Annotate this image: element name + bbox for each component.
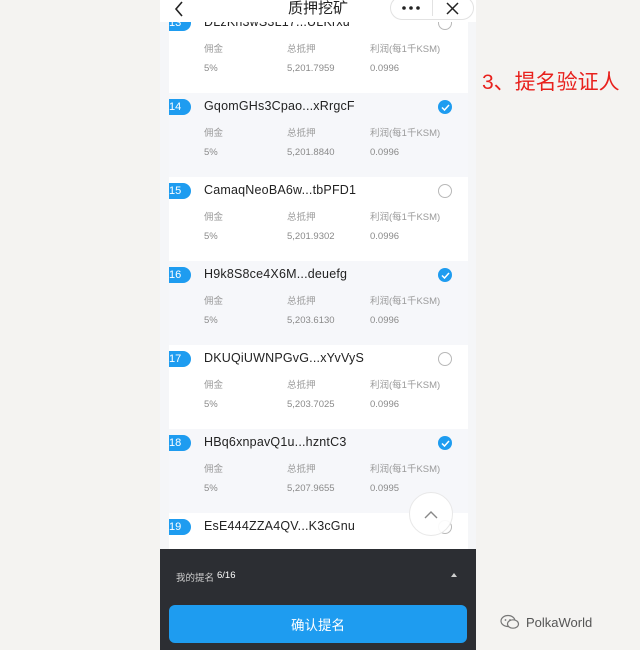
- validator-address: GqomGHs3Cpao...xRrgcF: [204, 99, 355, 113]
- profit-label: 利润(每1千KSM): [370, 212, 441, 223]
- profit-value: 0.0996: [370, 231, 400, 242]
- commission-label: 佣金: [204, 44, 224, 55]
- triangle-up-icon[interactable]: [449, 570, 459, 580]
- profit-label: 利润(每1千KSM): [370, 44, 441, 55]
- top-navigation-bar: 质押挖矿: [160, 0, 476, 22]
- profit-value: 0.0996: [370, 63, 400, 74]
- validator-address: CamaqNeoBA6w...tbPFD1: [204, 183, 357, 197]
- commission-value: 5%: [204, 315, 218, 326]
- profit-label: 利润(每1千KSM): [370, 464, 441, 475]
- validator-index-badge: 18: [169, 435, 191, 451]
- total-stake-value: 5,201.7959: [287, 63, 335, 74]
- validator-index-badge: 17: [169, 351, 191, 367]
- total-stake-value: 5,203.7025: [287, 399, 335, 410]
- nomination-summary-bar: 我的提名 6/16 确认提名: [160, 549, 476, 650]
- validator-row[interactable]: 13 DLzKn3wS3L17...ULKrxu 佣金 总抵押 利润(每1千KSM) 5%…: [169, 22, 468, 93]
- total-stake-label: 总抵押: [287, 464, 316, 475]
- total-stake-label: 总抵押: [287, 212, 316, 223]
- commission-value: 5%: [204, 483, 218, 494]
- total-stake-label: 总抵押: [287, 44, 316, 55]
- validator-list[interactable]: 13 DLzKn3wS3L17...ULKrxu 佣金 总抵押 利润(每1千KSM) 5%…: [169, 22, 468, 549]
- total-stake-value: 5,201.8840: [287, 147, 335, 158]
- my-nominations-count: 6/16: [217, 570, 236, 581]
- profit-value: 0.0995: [370, 483, 400, 494]
- close-icon: [446, 1, 459, 15]
- total-stake-label: 总抵押: [287, 128, 316, 139]
- profit-value: 0.0996: [370, 147, 400, 158]
- commission-label: 佣金: [204, 380, 224, 391]
- profit-value: 0.0996: [370, 399, 400, 410]
- checkmark-icon: [440, 103, 450, 111]
- commission-value: 5%: [204, 147, 218, 158]
- validator-row[interactable]: 16 H9k8S8ce4X6M...deuefg 佣金 总抵押 利润(每1千KSM) 5%…: [169, 261, 468, 345]
- validator-address: DLzKn3wS3L17...ULKrxu: [204, 22, 350, 29]
- validator-address: DKUQiUWNPGvG...xYvVyS: [204, 351, 365, 365]
- validator-select-checkbox[interactable]: [438, 184, 452, 198]
- commission-value: 5%: [204, 399, 218, 410]
- profit-label: 利润(每1千KSM): [370, 380, 441, 391]
- close-button[interactable]: [433, 0, 474, 19]
- validator-row[interactable]: 17 DKUQiUWNPGvG...xYvVyS 佣金 总抵押 利润(每1千KSM) 5%…: [169, 345, 468, 429]
- commission-value: 5%: [204, 63, 218, 74]
- validator-select-checkbox[interactable]: [438, 100, 452, 114]
- phone-screen: 质押挖矿 13 DLzKn3wS3L17...ULKrxu 佣金 总抵押 利润(每1千K…: [160, 0, 476, 650]
- validator-index-badge: 19: [169, 519, 191, 535]
- validator-index-badge: 13: [169, 22, 191, 31]
- confirm-nomination-button[interactable]: 确认提名: [169, 605, 467, 643]
- validator-select-checkbox[interactable]: [438, 352, 452, 366]
- validator-select-checkbox[interactable]: [438, 436, 452, 450]
- profit-label: 利润(每1千KSM): [370, 128, 441, 139]
- total-stake-label: 总抵押: [287, 296, 316, 307]
- validator-address: HBq6xnpavQ1u...hzntC3: [204, 435, 347, 449]
- checkmark-icon: [440, 439, 450, 447]
- validator-row[interactable]: 15 CamaqNeoBA6w...tbPFD1 佣金 总抵押 利润(每1千KSM) 5%…: [169, 177, 468, 261]
- validator-index-badge: 14: [169, 99, 191, 115]
- commission-value: 5%: [204, 231, 218, 242]
- watermark: PolkaWorld: [500, 614, 592, 630]
- total-stake-value: 5,203.6130: [287, 315, 335, 326]
- validator-address: H9k8S8ce4X6M...deuefg: [204, 267, 348, 281]
- validator-index-badge: 16: [169, 267, 191, 283]
- commission-label: 佣金: [204, 296, 224, 307]
- mini-program-capsule: [390, 0, 474, 20]
- chevron-up-icon: [424, 510, 438, 518]
- validator-address: EsE444ZZA4QV...K3cGnu: [204, 519, 356, 533]
- validator-row[interactable]: 14 GqomGHs3Cpao...xRrgcF 佣金 总抵押 利润(每1千KSM) 5%…: [169, 93, 468, 177]
- commission-label: 佣金: [204, 464, 224, 475]
- wechat-icon: [500, 614, 520, 629]
- watermark-text: PolkaWorld: [526, 614, 593, 630]
- checkmark-icon: [440, 271, 450, 279]
- validator-index-badge: 15: [169, 183, 191, 199]
- more-dots-icon: [402, 6, 421, 10]
- validator-select-checkbox[interactable]: [438, 268, 452, 282]
- profit-label: 利润(每1千KSM): [370, 296, 441, 307]
- total-stake-label: 总抵押: [287, 380, 316, 391]
- profit-value: 0.0996: [370, 315, 400, 326]
- more-button[interactable]: [391, 0, 432, 19]
- commission-label: 佣金: [204, 128, 224, 139]
- scroll-to-top-button[interactable]: [409, 492, 453, 536]
- commission-label: 佣金: [204, 212, 224, 223]
- my-nominations-label: 我的提名: [176, 573, 215, 584]
- step-annotation: 3、提名验证人: [482, 71, 620, 94]
- total-stake-value: 5,201.9302: [287, 231, 335, 242]
- validator-select-checkbox[interactable]: [438, 22, 452, 30]
- total-stake-value: 5,207.9655: [287, 483, 335, 494]
